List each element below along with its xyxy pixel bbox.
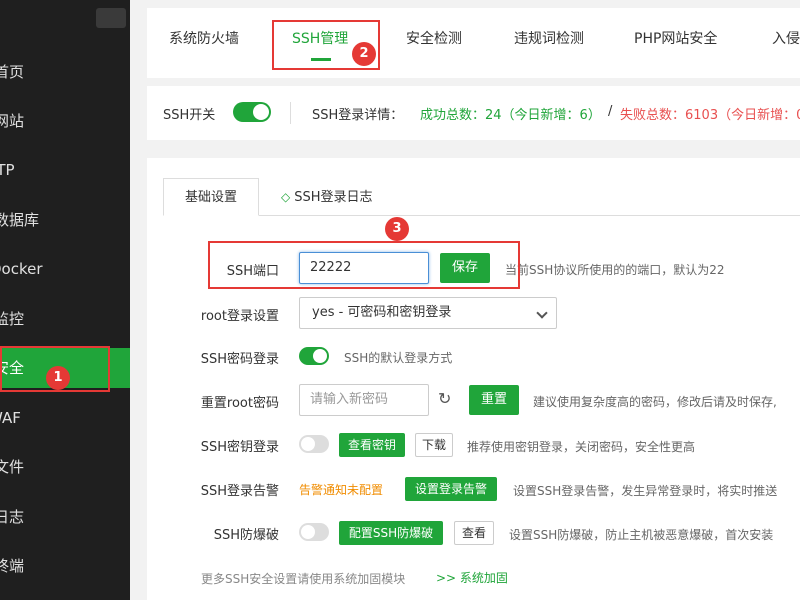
new-password-input[interactable]: 请输入新密码 <box>299 384 429 416</box>
sidebar-item-label: 终端 <box>0 557 25 575</box>
key-login-hint: 推荐使用密钥登录，关闭密码，安全性更高 <box>467 440 696 454</box>
root-login-selected: yes - 可密码和密钥登录 <box>312 305 452 320</box>
config-brute-force-button[interactable]: 配置SSH防爆破 <box>339 521 443 545</box>
sidebar-item-home[interactable]: 首页 <box>0 52 124 92</box>
sidebar-item-label: 日志 <box>0 508 25 526</box>
footer-text: 更多SSH安全设置请使用系统加固模块 <box>201 572 406 586</box>
key-login-label: SSH密钥登录 <box>200 440 279 455</box>
root-login-label: root登录设置 <box>200 309 279 324</box>
ssh-settings-panel: 基础设置 ◇ SSH登录日志 SSH端口 22222 保存 当前SSH协议所使用的… <box>147 158 800 600</box>
diamond-icon: ◇ <box>281 190 291 204</box>
sidebar-item-label: WAF <box>0 409 21 427</box>
login-success-count: 成功总数：24（今日新增：6） <box>420 108 601 123</box>
password-login-toggle[interactable] <box>299 347 329 365</box>
annotation-badge-1: 1 <box>46 366 70 390</box>
brute-force-toggle[interactable] <box>299 523 329 541</box>
login-alert-hint: 设置SSH登录告警，发生异常登录时，将实时推送 <box>513 484 778 498</box>
root-login-select[interactable]: yes - 可密码和密钥登录 <box>299 297 557 329</box>
brute-force-hint: 设置SSH防爆破，防止主机被恶意爆破，首次安装 <box>509 528 774 542</box>
key-login-toggle[interactable] <box>299 435 329 453</box>
sidebar-item-logs[interactable]: 日志 <box>0 497 124 537</box>
tab-security-scan[interactable]: 安全检测 <box>406 28 462 48</box>
annotation-badge-2: 2 <box>352 42 376 66</box>
ssh-login-details-label: SSH登录详情： <box>312 108 404 123</box>
login-fail-count: 失败总数：6103（今日新增：0 <box>620 108 800 123</box>
annotation-badge-3: 3 <box>385 217 409 241</box>
reset-root-label: 重置root密码 <box>200 396 279 411</box>
sidebar-item-terminal[interactable]: 终端 <box>0 546 124 586</box>
ssh-status-bar: SSH开关 SSH登录详情： 成功总数：24（今日新增：6） / 失败总数：61… <box>147 86 800 140</box>
tab-intrusion[interactable]: 入侵 <box>772 28 800 48</box>
sidebar-item-label: 文件 <box>0 458 25 476</box>
sidebar-item-database[interactable]: 数据库 <box>0 200 124 240</box>
tab-system-firewall[interactable]: 系统防火墙 <box>169 28 239 48</box>
sidebar-item-waf[interactable]: WAF <box>0 398 118 438</box>
security-tabbar: 系统防火墙 SSH管理 安全检测 违规词检测 PHP网站安全 入侵 <box>147 8 800 78</box>
set-login-alert-button[interactable]: 设置登录告警 <box>405 477 497 501</box>
status-divider: / <box>608 104 613 119</box>
sidebar-item-monitor[interactable]: 监控 <box>0 299 124 339</box>
sidebar-item-label: 首页 <box>0 63 25 81</box>
tab-php-site-security[interactable]: PHP网站安全 <box>634 28 717 48</box>
password-login-hint: SSH的默认登录方式 <box>344 351 453 365</box>
view-key-button[interactable]: 查看密钥 <box>339 433 405 457</box>
tab-basic-settings[interactable]: 基础设置 <box>163 178 259 216</box>
alert-status: 告警通知未配置 <box>299 483 384 497</box>
reset-password-button[interactable]: 重置 <box>469 385 519 415</box>
ssh-switch-label: SSH开关 <box>163 108 216 123</box>
tab-word-filter[interactable]: 违规词检测 <box>514 28 584 48</box>
brute-force-label: SSH防爆破 <box>213 528 279 543</box>
sidebar-item-label: 网站 <box>0 112 25 130</box>
tab-ssh-login-log-label: SSH登录日志 <box>294 190 373 205</box>
sidebar-item-label: 监控 <box>0 310 25 328</box>
sidebar-item-label: FTP <box>0 161 15 179</box>
sidebar-item-docker[interactable]: Docker <box>0 249 120 289</box>
divider <box>290 102 291 124</box>
refresh-icon[interactable]: ↻ <box>438 389 451 408</box>
ssh-switch-toggle[interactable] <box>233 102 271 122</box>
sidebar-item-ftp[interactable]: FTP <box>0 150 118 190</box>
sidebar-item-files[interactable]: 文件 <box>0 447 124 487</box>
tab-ssh-login-log[interactable]: ◇ SSH登录日志 <box>281 178 373 216</box>
chevron-down-icon <box>536 307 548 319</box>
view-brute-force-button[interactable]: 查看 <box>454 521 494 545</box>
reset-root-hint: 建议使用复杂度高的密码，修改后请及时保存, <box>533 395 777 409</box>
sidebar-item-label: Docker <box>0 260 43 278</box>
system-hardening-link[interactable]: >> 系统加固 <box>436 569 508 586</box>
download-key-button[interactable]: 下载 <box>415 433 453 457</box>
password-login-label: SSH密码登录 <box>200 352 279 367</box>
login-alert-label: SSH登录告警 <box>200 484 279 499</box>
sidebar-top-icon <box>96 8 126 28</box>
ssh-port-hint: 当前SSH协议所使用的的端口，默认为22 <box>505 263 725 277</box>
sidebar: 首页 网站 FTP 数据库 Docker 监控 安全 WAF 文件 日志 终端 <box>0 0 130 600</box>
sidebar-item-websites[interactable]: 网站 <box>0 101 124 141</box>
sidebar-item-label: 数据库 <box>0 211 40 229</box>
annotation-box-ssh-port <box>208 241 520 289</box>
